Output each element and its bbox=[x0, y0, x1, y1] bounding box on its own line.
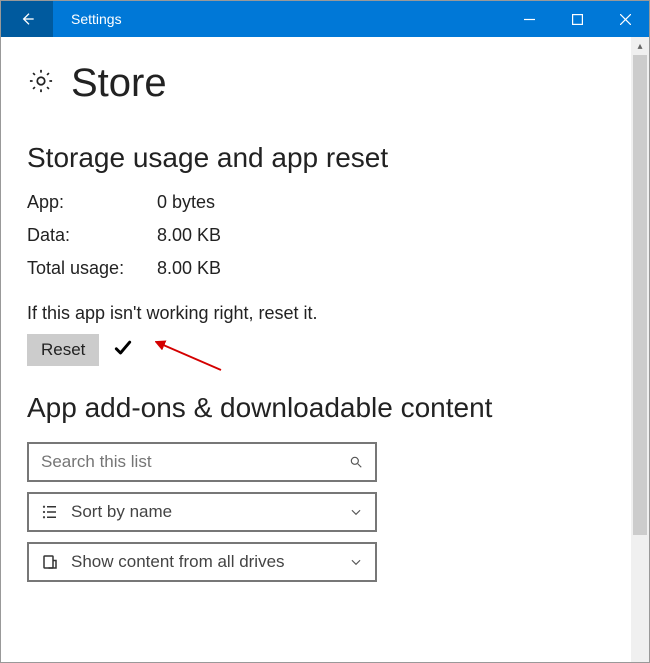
table-row: Total usage: 8.00 KB bbox=[27, 258, 623, 279]
drive-icon bbox=[39, 553, 61, 571]
total-label: Total usage: bbox=[27, 258, 157, 279]
section-heading-storage: Storage usage and app reset bbox=[27, 142, 623, 174]
drive-filter-label: Show content from all drives bbox=[71, 552, 347, 572]
checkmark-icon bbox=[113, 338, 133, 363]
reset-hint: If this app isn't working right, reset i… bbox=[27, 303, 623, 324]
data-value: 8.00 KB bbox=[157, 225, 221, 246]
window-controls bbox=[505, 1, 649, 37]
page-title: Store bbox=[71, 61, 167, 106]
annotation-arrow-icon bbox=[155, 340, 225, 381]
table-row: Data: 8.00 KB bbox=[27, 225, 623, 246]
table-row: App: 0 bytes bbox=[27, 192, 623, 213]
chevron-down-icon bbox=[347, 505, 365, 519]
reset-row: Reset bbox=[27, 334, 623, 366]
app-label: App: bbox=[27, 192, 157, 213]
search-input[interactable] bbox=[39, 451, 347, 473]
page-header: Store bbox=[27, 61, 623, 106]
data-label: Data: bbox=[27, 225, 157, 246]
search-input-container[interactable] bbox=[27, 442, 377, 482]
sort-dropdown[interactable]: Sort by name bbox=[27, 492, 377, 532]
title-bar: Settings bbox=[1, 1, 649, 37]
maximize-button[interactable] bbox=[553, 1, 601, 37]
close-button[interactable] bbox=[601, 1, 649, 37]
sort-icon bbox=[39, 503, 61, 521]
app-value: 0 bytes bbox=[157, 192, 215, 213]
back-button[interactable] bbox=[1, 1, 53, 37]
content-area: Store Storage usage and app reset App: 0… bbox=[1, 37, 649, 662]
search-icon bbox=[347, 455, 365, 469]
storage-table: App: 0 bytes Data: 8.00 KB Total usage: … bbox=[27, 192, 623, 279]
sort-label: Sort by name bbox=[71, 502, 347, 522]
window-title: Settings bbox=[53, 1, 505, 37]
drive-filter-dropdown[interactable]: Show content from all drives bbox=[27, 542, 377, 582]
reset-button[interactable]: Reset bbox=[27, 334, 99, 366]
total-value: 8.00 KB bbox=[157, 258, 221, 279]
minimize-button[interactable] bbox=[505, 1, 553, 37]
section-heading-addons: App add-ons & downloadable content bbox=[27, 392, 623, 424]
gear-icon bbox=[27, 67, 55, 100]
chevron-down-icon bbox=[347, 555, 365, 569]
